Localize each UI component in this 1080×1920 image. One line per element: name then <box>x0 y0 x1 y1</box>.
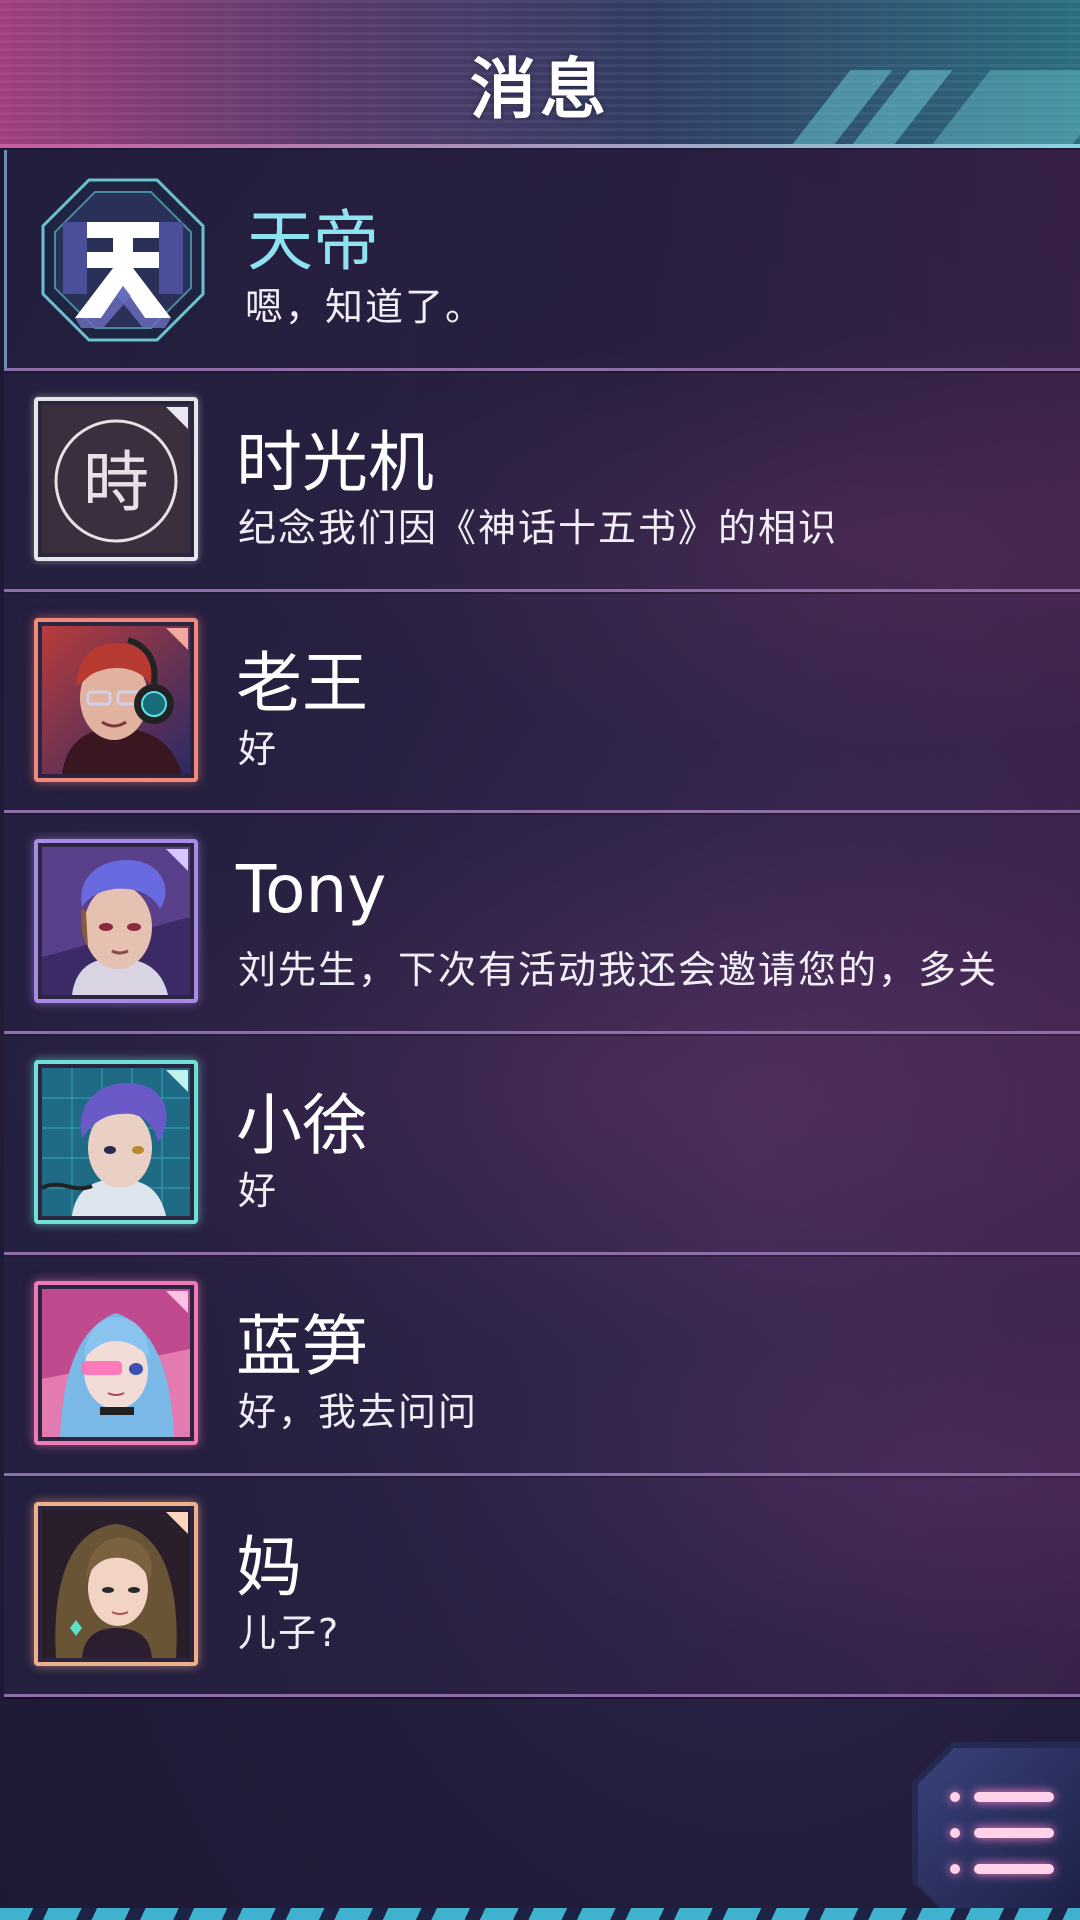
frame-corner <box>166 1512 188 1534</box>
conversation-item-mom[interactable]: 妈 儿子? <box>4 1476 1080 1697</box>
avatar <box>34 618 198 782</box>
conversation-preview: 嗯，知道了。 <box>245 285 486 329</box>
page-title: 消息 <box>470 51 610 128</box>
conversation-preview: 好 <box>238 727 279 771</box>
conversation-name: 时光机 <box>236 424 434 501</box>
conversation-item-shiguangji[interactable]: 時 时光机 纪念我们因《神话十五书》的相识 <box>4 371 1080 592</box>
conversation-preview: 纪念我们因《神话十五书》的相识 <box>238 506 839 550</box>
conversation-name: 天帝 <box>247 203 379 280</box>
conversation-item-lansun[interactable]: 蓝笋 好，我去问问 <box>4 1255 1080 1476</box>
header-divider <box>0 144 1080 148</box>
avatar <box>34 1060 198 1224</box>
seal-glyph: 時 <box>83 444 149 521</box>
frame-corner <box>166 1070 188 1092</box>
conversation-list: 天帝 嗯，知道了。 時 时光机 纪念我们因《神话十五书》的相识 老王 好 Ton… <box>4 150 1080 1697</box>
tian-emblem-icon <box>41 178 205 342</box>
conversation-name: 老王 <box>236 645 368 722</box>
conversation-name: 妈 <box>236 1529 302 1606</box>
frame-corner <box>166 849 188 871</box>
conversation-preview: 刘先生，下次有活动我还会邀请您的，多关 <box>238 948 999 992</box>
conversation-name: 小徐 <box>236 1087 368 1164</box>
avatar <box>34 1281 198 1445</box>
conversation-preview: 儿子? <box>238 1611 341 1655</box>
conversation-preview: 好，我去问问 <box>238 1390 479 1434</box>
bottom-decor-bar <box>0 1908 1080 1920</box>
conversation-item-tiandi[interactable]: 天帝 嗯，知道了。 <box>4 150 1080 371</box>
menu-button[interactable] <box>912 1742 1080 1920</box>
avatar <box>34 1502 198 1666</box>
conversation-preview: 好 <box>238 1169 279 1213</box>
header-bar: 消息 <box>0 0 1080 148</box>
avatar <box>34 839 198 1003</box>
conversation-item-xiaoxu[interactable]: 小徐 好 <box>4 1034 1080 1255</box>
conversation-item-tony[interactable]: Tony 刘先生，下次有活动我还会邀请您的，多关 <box>4 813 1080 1034</box>
conversation-item-laowang[interactable]: 老王 好 <box>4 592 1080 813</box>
frame-corner <box>166 407 188 429</box>
frame-corner <box>166 1291 188 1313</box>
avatar: 時 <box>34 397 198 561</box>
conversation-name: Tony <box>236 851 387 928</box>
conversation-name: 蓝笋 <box>236 1308 368 1385</box>
frame-corner <box>166 628 188 650</box>
